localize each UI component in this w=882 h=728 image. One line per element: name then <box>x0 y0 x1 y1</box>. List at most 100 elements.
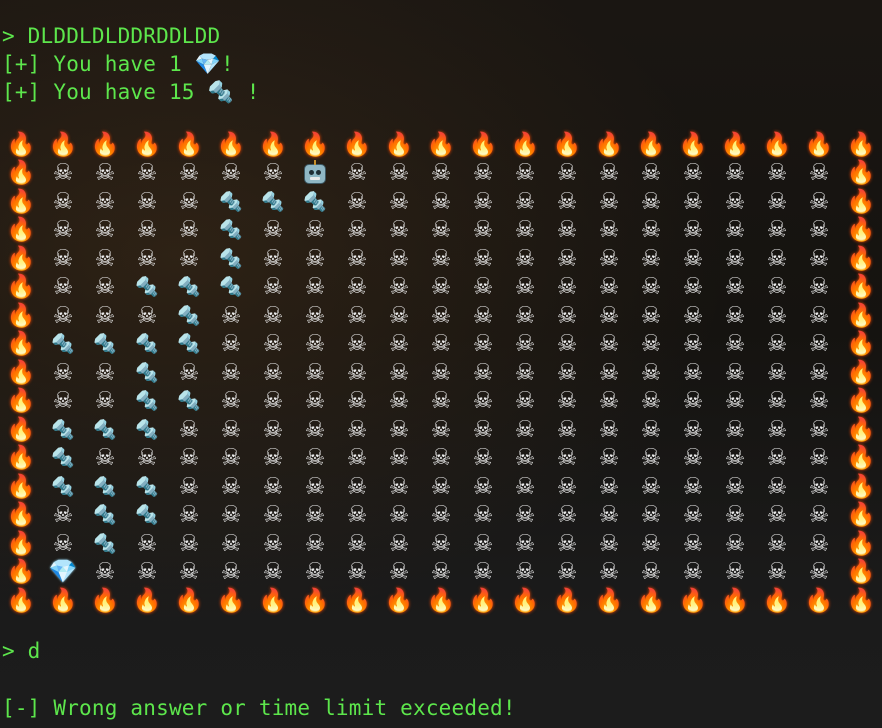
skull-tile: ☠ <box>346 359 368 386</box>
skull-tile: ☠ <box>430 359 452 386</box>
skull-tile: ☠ <box>52 388 74 415</box>
skull-tile: ☠ <box>640 473 662 500</box>
skull-tile: ☠ <box>136 160 158 187</box>
bolt-tile: 🔩 <box>93 532 117 555</box>
bolt-tile: 🔩 <box>51 418 75 441</box>
skull-tile: ☠ <box>388 530 410 557</box>
fire-tile: 🔥 <box>48 131 78 158</box>
fire-tile: 🔥 <box>132 131 162 158</box>
skull-tile: ☠ <box>304 245 326 272</box>
skull-tile: ☠ <box>766 559 788 586</box>
fire-tile: 🔥 <box>300 131 330 158</box>
skull-tile: ☠ <box>346 331 368 358</box>
fire-tile: 🔥 <box>552 131 582 158</box>
skull-tile: ☠ <box>220 445 242 472</box>
skull-tile: ☠ <box>178 188 200 215</box>
fire-tile: 🔥 <box>720 131 750 158</box>
fire-tile: 🔥 <box>6 331 36 358</box>
skull-tile: ☠ <box>514 217 536 244</box>
skull-tile: ☠ <box>640 416 662 443</box>
skull-tile: ☠ <box>472 245 494 272</box>
skull-tile: ☠ <box>304 217 326 244</box>
skull-tile: ☠ <box>556 388 578 415</box>
robot-icon <box>304 159 326 184</box>
game-map-grid: 🔥 🔥 🔥 🔥 🔥 🔥 🔥 🔥 🔥 🔥 🔥 🔥 🔥 🔥 🔥 🔥 🔥 🔥 🔥 🔥 🔥 🔥 ☠ ☠ ☠ ☠ ☠ ☠ ☠ ☠ ☠ ☠ ☠ ☠ ☠ ☠ ☠ ☠ ☠ ☠… <box>0 131 882 617</box>
bolt-tile: 🔩 <box>219 247 243 270</box>
skull-tile: ☠ <box>724 245 746 272</box>
bolt-tile: 🔩 <box>135 276 159 299</box>
skull-tile: ☠ <box>304 274 326 301</box>
command-history-line: > DLDDLDLDDRDDLDD <box>2 24 221 48</box>
skull-tile: ☠ <box>346 445 368 472</box>
skull-tile: ☠ <box>472 331 494 358</box>
skull-tile: ☠ <box>682 274 704 301</box>
skull-tile: ☠ <box>94 445 116 472</box>
skull-tile: ☠ <box>430 331 452 358</box>
skull-tile: ☠ <box>598 217 620 244</box>
skull-tile: ☠ <box>598 530 620 557</box>
skull-tile: ☠ <box>346 274 368 301</box>
skull-tile: ☠ <box>598 302 620 329</box>
skull-tile: ☠ <box>514 559 536 586</box>
skull-tile: ☠ <box>682 331 704 358</box>
skull-tile: ☠ <box>388 502 410 529</box>
skull-tile: ☠ <box>682 445 704 472</box>
skull-tile: ☠ <box>724 217 746 244</box>
fire-tile: 🔥 <box>48 587 78 614</box>
fire-tile: 🔥 <box>636 131 666 158</box>
skull-tile: ☠ <box>472 502 494 529</box>
gem-icon: 💎 <box>194 52 222 76</box>
fire-tile: 🔥 <box>6 131 36 158</box>
skull-tile: ☠ <box>472 473 494 500</box>
bolt-tile: 🔩 <box>177 390 201 413</box>
skull-tile: ☠ <box>304 302 326 329</box>
skull-tile: ☠ <box>94 245 116 272</box>
skull-tile: ☠ <box>766 160 788 187</box>
skull-tile: ☠ <box>556 274 578 301</box>
skull-tile: ☠ <box>472 559 494 586</box>
skull-tile: ☠ <box>808 274 830 301</box>
fire-tile: 🔥 <box>594 131 624 158</box>
fire-tile: 🔥 <box>846 274 876 301</box>
skull-tile: ☠ <box>388 274 410 301</box>
skull-tile: ☠ <box>136 559 158 586</box>
fire-tile: 🔥 <box>846 502 876 529</box>
skull-tile: ☠ <box>808 331 830 358</box>
skull-tile: ☠ <box>724 274 746 301</box>
bolt-count-suffix: ! <box>233 80 260 104</box>
skull-tile: ☠ <box>808 502 830 529</box>
fire-tile: 🔥 <box>846 217 876 244</box>
fire-tile: 🔥 <box>846 160 876 187</box>
skull-tile: ☠ <box>808 445 830 472</box>
gem-count-line: [+] You have 1 💎! <box>2 50 234 78</box>
skull-tile: ☠ <box>598 445 620 472</box>
skull-tile: ☠ <box>640 245 662 272</box>
fire-tile: 🔥 <box>132 587 162 614</box>
skull-tile: ☠ <box>346 245 368 272</box>
skull-tile: ☠ <box>430 416 452 443</box>
fire-tile: 🔥 <box>636 587 666 614</box>
skull-tile: ☠ <box>472 188 494 215</box>
skull-tile: ☠ <box>472 416 494 443</box>
bolt-tile: 🔩 <box>177 276 201 299</box>
skull-tile: ☠ <box>136 530 158 557</box>
user-input-line[interactable]: > d <box>2 637 41 665</box>
skull-tile: ☠ <box>220 473 242 500</box>
skull-tile: ☠ <box>220 359 242 386</box>
skull-tile: ☠ <box>766 274 788 301</box>
fire-tile: 🔥 <box>846 416 876 443</box>
skull-tile: ☠ <box>598 274 620 301</box>
skull-tile: ☠ <box>808 245 830 272</box>
skull-tile: ☠ <box>724 331 746 358</box>
skull-tile: ☠ <box>640 502 662 529</box>
skull-tile: ☠ <box>682 388 704 415</box>
skull-tile: ☠ <box>52 160 74 187</box>
skull-tile: ☠ <box>724 416 746 443</box>
skull-tile: ☠ <box>52 530 74 557</box>
skull-tile: ☠ <box>514 160 536 187</box>
fire-tile: 🔥 <box>6 502 36 529</box>
skull-tile: ☠ <box>514 416 536 443</box>
skull-tile: ☠ <box>346 388 368 415</box>
skull-tile: ☠ <box>430 274 452 301</box>
fire-tile: 🔥 <box>6 160 36 187</box>
